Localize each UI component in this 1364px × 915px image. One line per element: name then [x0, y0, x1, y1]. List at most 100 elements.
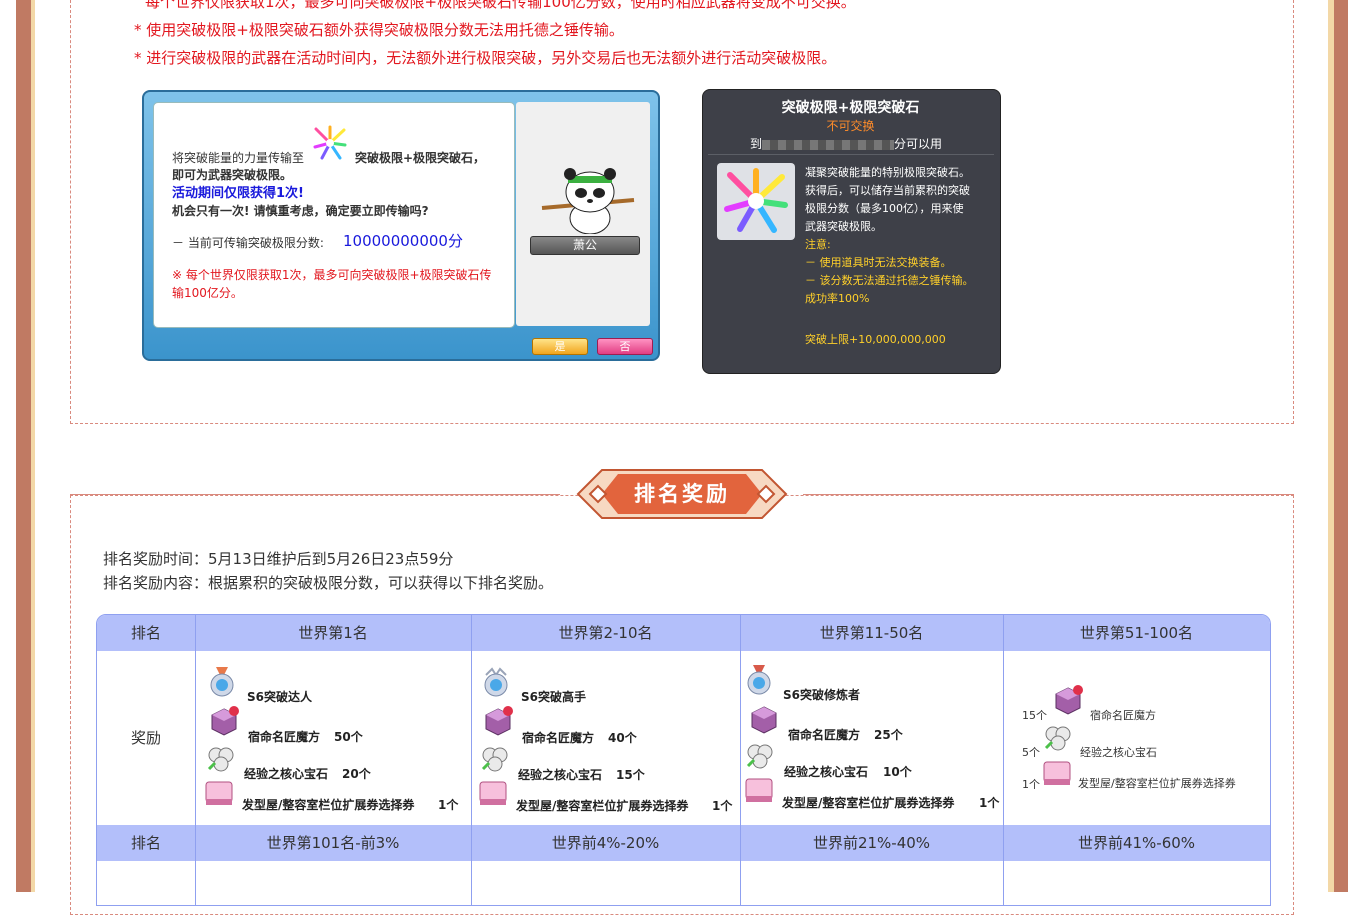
- tooltip-expire-prefix: 到: [750, 137, 763, 151]
- reward-qty: 15个: [1022, 709, 1047, 722]
- reward-item: 经验之核心宝石: [518, 768, 603, 782]
- note-line-2: * 进行突破极限的武器在活动时间内，无法额外进行极限突破，另外交易后也无法额外进…: [134, 49, 837, 67]
- header-rank-2-10: 世界第2-10名: [558, 624, 653, 642]
- dialog-line-5a: － 当前可传输突破极限分数:: [172, 236, 324, 250]
- section-title: 排名奖励: [634, 482, 730, 506]
- limit-break-stone-icon: [724, 168, 788, 233]
- reward-item: 宿命名匠魔方: [248, 730, 321, 744]
- reward-qty: 10个: [883, 765, 912, 779]
- header-rank-21-40pct: 世界前21%-40%: [812, 834, 931, 852]
- ranking-content: 排名奖励内容：根据累积的突破极限分数，可以获得以下排名奖励。: [103, 574, 554, 592]
- no-button[interactable]: 否: [597, 338, 653, 355]
- col-divider: [471, 615, 472, 905]
- page-margin-right: [1348, 0, 1364, 892]
- gem-icon: [481, 747, 508, 772]
- reward-item: 发型屋/整容室栏位扩展券选择券: [1078, 777, 1236, 790]
- note-line-1: * 使用突破极限+极限突破石额外获得突破极限分数无法用托德之锤传输。: [134, 21, 624, 39]
- tooltip-desc-1: 凝聚突破能量的特别极限突破石。: [805, 166, 970, 179]
- tooltip-divider: [708, 154, 994, 155]
- dialog-line-4: 机会只有一次! 请慎重考虑，确定要立即传输吗?: [172, 204, 429, 218]
- reward-item: 宿命名匠魔方: [1090, 709, 1156, 722]
- rank-header-2: 排名: [130, 834, 161, 852]
- col-divider: [740, 615, 741, 905]
- tooltip-limit: 突破上限+10,000,000,000: [805, 333, 946, 346]
- reward-title: S6突破高手: [521, 690, 586, 704]
- col-divider: [1003, 615, 1004, 905]
- medal-icon: [747, 665, 771, 695]
- page-border-left: [16, 0, 31, 892]
- dialog-warn-2: 输100亿分。: [172, 286, 243, 300]
- cube-icon: [751, 706, 777, 734]
- header-rank-101-3pct: 世界第101名-前3%: [266, 834, 400, 852]
- page-border-right: [1334, 0, 1348, 892]
- reward-title: S6突破达人: [247, 690, 312, 704]
- reward-title: S6突破修炼者: [783, 688, 860, 702]
- gem-icon: [207, 747, 234, 772]
- coupon-icon: [1043, 761, 1071, 785]
- col-divider: [195, 615, 196, 905]
- tooltip-expire-suffix: 分可以用: [894, 137, 943, 151]
- gem-icon: [1044, 726, 1071, 751]
- panda-npc-icon: [541, 168, 635, 234]
- gem-icon: [746, 744, 773, 769]
- rank-header: 排名: [130, 624, 161, 642]
- coupon-icon: [205, 781, 233, 805]
- ranking-reward-table: 排名 世界第1名 世界第2-10名 世界第11-50名 世界第51-100名 奖…: [96, 614, 1271, 906]
- tooltip-title: 突破极限+极限突破石: [781, 100, 920, 116]
- dialog-line-3: 活动期间仅限获得1次!: [172, 186, 304, 201]
- reward-qty: 20个: [342, 767, 371, 781]
- page-margin-left: [0, 0, 16, 892]
- tooltip-untradable: 不可交换: [826, 119, 875, 133]
- header-rank-1: 世界第1名: [298, 624, 368, 642]
- npc-name-label: 萧公: [530, 236, 640, 255]
- header-rank-11-50: 世界第11-50名: [819, 624, 924, 642]
- tooltip-desc-3: 极限分数（最多100亿），用来使: [805, 202, 964, 215]
- dialog-warn-1: ※ 每个世界仅限获取1次，最多可向突破极限+极限突破石传: [172, 268, 492, 282]
- reward-qty: 50个: [334, 730, 363, 744]
- reward-item: 经验之核心宝石: [784, 765, 869, 779]
- dialog-line-1b: 突破极限+极限突破石，: [355, 151, 486, 165]
- cube-icon: [1055, 685, 1083, 715]
- header-rank-4-20pct: 世界前4%-20%: [551, 834, 660, 852]
- tooltip-desc-2: 获得后，可以储存当前累积的突破: [805, 184, 970, 197]
- tooltip-expire: 到 分可以用: [750, 135, 942, 152]
- limit-break-stone-icon: [313, 125, 347, 160]
- reward-item: 发型屋/整容室栏位扩展券选择券: [782, 796, 955, 810]
- medal-icon: [210, 667, 234, 697]
- reward-qty: 5个: [1022, 746, 1040, 759]
- blurred-date: [762, 139, 895, 150]
- medal-icon: [484, 667, 508, 697]
- tooltip-desc-4: 武器突破极限。: [805, 220, 882, 233]
- tooltip-note-1: － 使用道具时无法交换装备。: [805, 256, 952, 269]
- coupon-icon: [745, 778, 773, 802]
- dialog-line-1a: 将突破能量的力量传输至: [172, 151, 305, 165]
- reward-item: 宿命名匠魔方: [788, 728, 861, 742]
- coupon-icon: [479, 781, 507, 805]
- reward-qty: 15个: [616, 768, 645, 782]
- dialog-line-2: 即可为武器突破极限。: [172, 168, 293, 182]
- reward-item: 经验之核心宝石: [244, 767, 329, 781]
- cube-icon: [485, 706, 513, 736]
- header-rank-51-100: 世界第51-100名: [1079, 624, 1194, 642]
- tooltip-note-title: 注意:: [805, 238, 831, 251]
- reward-qty: 25个: [874, 728, 903, 742]
- tooltip-success-rate: 成功率100%: [805, 292, 870, 305]
- reward-qty: 1个: [712, 799, 733, 813]
- tooltip-note-2: － 该分数无法通过托德之锤传输。: [805, 274, 974, 287]
- cube-icon: [211, 706, 239, 736]
- yes-button[interactable]: 是: [532, 338, 588, 355]
- reward-qty: 1个: [979, 796, 1000, 810]
- reward-label: 奖励: [130, 729, 161, 747]
- ranking-time: 排名奖励时间：5月13日维护后到5月26日23点59分: [103, 550, 454, 568]
- reward-item: 经验之核心宝石: [1080, 746, 1157, 759]
- dialog-score-value: 10000000000分: [343, 232, 463, 250]
- reward-item: 宿命名匠魔方: [522, 731, 595, 745]
- reward-item: 发型屋/整容室栏位扩展券选择券: [242, 798, 415, 812]
- reward-item: 发型屋/整容室栏位扩展券选择券: [516, 799, 689, 813]
- reward-qty: 40个: [608, 731, 637, 745]
- reward-qty: 1个: [438, 798, 459, 812]
- header-rank-41-60pct: 世界前41%-60%: [1077, 834, 1196, 852]
- reward-qty: 1个: [1022, 778, 1040, 791]
- page-border-left-inner: [31, 0, 35, 892]
- note-line-0: 每个世界仅限获取1次，最多可向突破极限+极限突破石传输100亿分数，使用时相应武…: [145, 0, 856, 11]
